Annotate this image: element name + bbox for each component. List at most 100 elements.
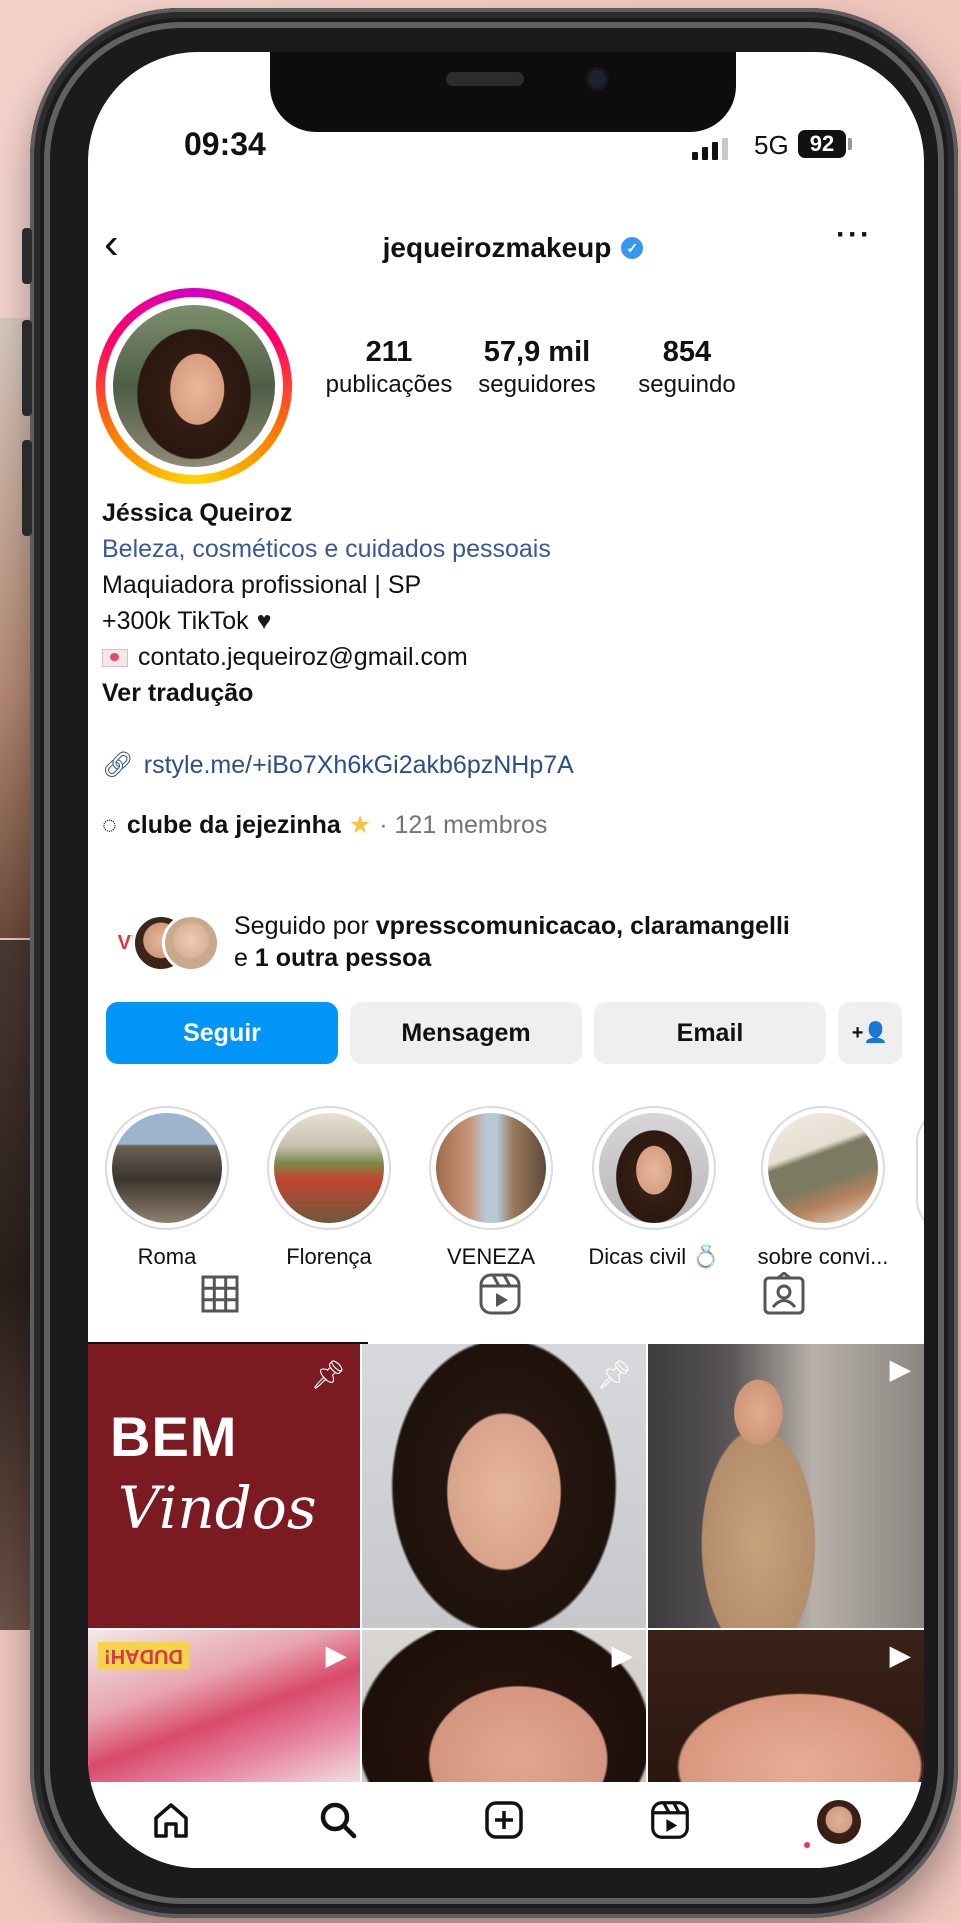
highlight-sobre-convite[interactable]: sobre convi...: [748, 1106, 898, 1270]
profile-category[interactable]: Beleza, cosméticos e cuidados pessoais: [102, 532, 902, 567]
channel-members: · 121 membros: [379, 811, 548, 839]
stat-following-value: 854: [662, 336, 712, 368]
broadcast-channel[interactable]: ◌ clube da jejezinha ★ · 121 membros: [102, 808, 902, 843]
phone-notch: [270, 52, 736, 132]
post-tile-4[interactable]: DUDAH! ▶: [88, 1630, 360, 1782]
search-icon[interactable]: [318, 1800, 358, 1847]
black-heart-icon: ♥: [256, 607, 272, 635]
signal-icon: [692, 138, 728, 160]
more-options-icon[interactable]: ···: [836, 218, 872, 252]
love-letter-icon: [102, 649, 128, 668]
followed-prefix: Seguido por: [234, 912, 376, 940]
message-button[interactable]: Mensagem: [350, 1002, 582, 1064]
stat-posts[interactable]: 211 publicações: [314, 336, 464, 399]
pin-icon: 📌︎: [310, 1359, 346, 1390]
stat-following-label: seguindo: [638, 371, 736, 398]
pin-icon: 📌︎: [596, 1359, 632, 1390]
stat-followers-value: 57,9 mil: [483, 336, 591, 368]
tagged-tab-icon[interactable]: [762, 1271, 806, 1325]
see-translation-link[interactable]: Ver tradução: [102, 676, 902, 711]
highlight-florenca[interactable]: Florença: [264, 1106, 394, 1270]
post-tile-5[interactable]: ▶: [362, 1630, 646, 1782]
highlight-ring: [592, 1106, 716, 1230]
stat-followers[interactable]: 57,9 mil seguidores: [462, 336, 612, 399]
highlight-label: sobre convi...: [757, 1244, 889, 1269]
post-tile-6[interactable]: ▶: [648, 1630, 924, 1782]
followed-by-text[interactable]: Seguido por vpresscomunicacao, claramang…: [234, 910, 914, 974]
reel-icon: ▶: [612, 1640, 632, 1670]
battery-indicator: 92: [798, 130, 846, 158]
verified-badge-icon: ✓: [621, 237, 644, 259]
follow-button[interactable]: Seguir: [106, 1002, 338, 1064]
back-icon[interactable]: ‹: [104, 222, 119, 266]
bio-line-2-text: +300k TikTok: [102, 607, 249, 635]
bottom-navigation: [88, 1782, 924, 1868]
highlight-cover: [436, 1113, 546, 1223]
post-title-vindos: Vindos: [118, 1474, 317, 1542]
reel-icon: ▶: [326, 1640, 346, 1670]
bio-line-1: Maquiadora profissional | SP: [102, 571, 422, 599]
highlight-cover: [599, 1113, 709, 1223]
phone-volume-up: [22, 320, 32, 416]
bio-email-line: contato.jequeiroz@gmail.com: [102, 640, 902, 675]
highlight-dicas-civil[interactable]: Dicas civil 💍: [584, 1106, 724, 1270]
star-icon: ★: [348, 811, 372, 839]
instagram-profile-screen: 09:34 5G 92 ‹ jequeirozmakeup ✓ ··· 211 …: [88, 52, 924, 1868]
mutual-avatar-3: [162, 914, 220, 972]
bio-email: contato.jequeiroz@gmail.com: [138, 643, 468, 671]
product-label: DUDAH!: [98, 1642, 189, 1669]
home-icon[interactable]: [151, 1800, 191, 1847]
post-tile-1[interactable]: BEM Vindos 📌︎: [88, 1344, 360, 1628]
email-button[interactable]: Email: [594, 1002, 826, 1064]
username-text: jequeirozmakeup: [382, 232, 612, 263]
status-time: 09:34: [184, 126, 266, 162]
highlight-ring: [761, 1106, 885, 1230]
mutual-followers-avatars[interactable]: VP: [102, 910, 220, 972]
profile-avatar[interactable]: [113, 305, 275, 467]
followed-and: e: [234, 944, 255, 972]
highlight-veneza[interactable]: VENEZA: [426, 1106, 556, 1270]
profile-link-text: rstyle.me/+iBo7Xh6kGi2akb6pzNHp7A: [143, 751, 574, 779]
background-photo-left-bottom: [0, 940, 34, 1630]
highlight-label: VENEZA: [446, 1244, 536, 1269]
reels-tab-icon[interactable]: [478, 1272, 522, 1325]
highlight-partial[interactable]: [916, 1110, 924, 1232]
highlight-cover: [112, 1113, 222, 1223]
followed-names: vpresscomunicacao, claramangelli: [375, 912, 790, 940]
highlight-ring: [429, 1106, 553, 1230]
highlight-label: Roma: [137, 1244, 197, 1269]
post-title-bem: BEM: [110, 1405, 238, 1468]
phone-camera: [588, 70, 606, 88]
highlight-ring: [267, 1106, 391, 1230]
notification-dot: [804, 1842, 810, 1848]
tagged-icon: [763, 1271, 805, 1315]
profile-username: jequeirozmakeup ✓: [288, 232, 738, 264]
phone-mute-switch: [22, 228, 32, 284]
highlight-ring: [105, 1106, 229, 1230]
stat-followers-label: seguidores: [478, 371, 596, 398]
reels-icon: [479, 1273, 521, 1315]
highlight-roma[interactable]: Roma: [102, 1106, 232, 1270]
profile-link[interactable]: 🔗︎ rstyle.me/+iBo7Xh6kGi2akb6pzNHp7A: [102, 748, 902, 783]
stat-following[interactable]: 854 seguindo: [612, 336, 762, 399]
profile-nav-avatar[interactable]: [816, 1800, 861, 1844]
channel-icon: ◌: [102, 811, 117, 839]
post-tile-2[interactable]: 📌︎: [362, 1344, 646, 1628]
create-icon[interactable]: [484, 1800, 524, 1847]
highlight-cover: [768, 1113, 878, 1223]
reel-icon: ▶: [890, 1354, 910, 1384]
suggested-people-button[interactable]: +👤: [838, 1002, 902, 1064]
highlight-cover: [274, 1113, 384, 1223]
reel-icon: ▶: [890, 1640, 910, 1670]
highlight-label: Dicas civil 💍: [588, 1244, 720, 1269]
followed-more: 1 outra pessoa: [254, 944, 432, 972]
highlight-label: Florença: [286, 1244, 372, 1269]
phone-speaker: [446, 72, 524, 86]
reels-nav-icon[interactable]: [650, 1800, 690, 1847]
network-type: 5G: [754, 130, 789, 160]
bio-line-2: +300k TikTok ♥: [102, 604, 902, 639]
channel-name: clube da jejezinha: [126, 811, 341, 839]
grid-tab-icon[interactable]: [200, 1274, 240, 1323]
post-tile-3[interactable]: ▶: [648, 1344, 924, 1628]
phone-volume-down: [22, 440, 32, 536]
